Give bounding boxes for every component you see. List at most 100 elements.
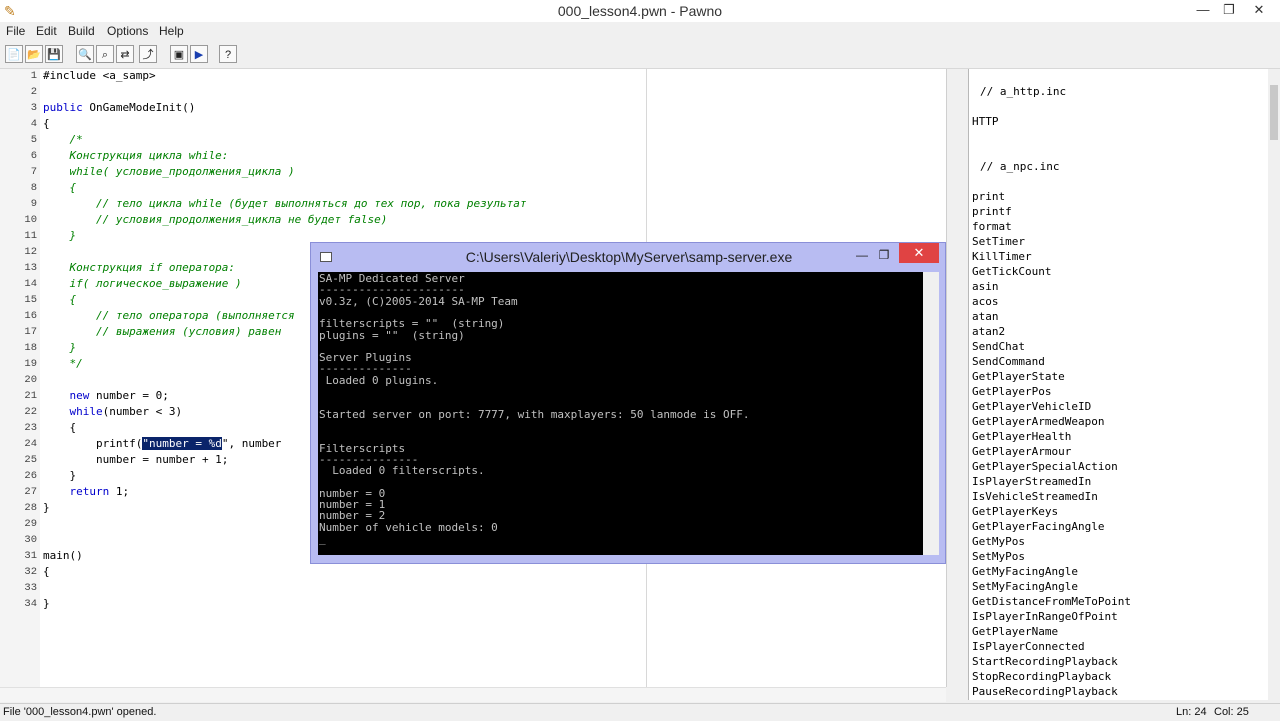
function-item[interactable]: SetTimer [972, 235, 1025, 248]
function-item[interactable]: IsPlayerInRangeOfPoint [972, 610, 1118, 623]
minimize-button[interactable]: — [1190, 0, 1216, 22]
function-item[interactable]: IsPlayerConnected [972, 640, 1085, 653]
code-line[interactable]: // выражения (условия) равен [43, 325, 281, 338]
code-line[interactable]: // тело оператора (выполняется [43, 309, 295, 322]
help-button[interactable]: ? [219, 45, 237, 63]
console-close-button[interactable]: ✕ [899, 243, 939, 263]
functions-scrollbar-thumb[interactable] [1270, 85, 1278, 140]
server-console-window[interactable]: C:\Users\Valeriy\Desktop\MyServer\samp-s… [310, 242, 946, 564]
code-text: { [43, 565, 50, 578]
function-item[interactable]: IsVehicleStreamedIn [972, 490, 1098, 503]
replace-button[interactable]: ⇄ [116, 45, 134, 63]
function-item[interactable]: IsPlayerStreamedIn [972, 475, 1091, 488]
function-item[interactable]: PauseRecordingPlayback [972, 685, 1118, 698]
function-item[interactable]: format [972, 220, 1012, 233]
function-item[interactable]: GetPlayerName [972, 625, 1058, 638]
status-line: Ln: 24 [1176, 706, 1207, 718]
function-item[interactable]: atan2 [972, 325, 1005, 338]
function-item[interactable]: SetMyFacingAngle [972, 580, 1078, 593]
function-item[interactable]: atan [972, 310, 999, 323]
code-line[interactable]: new number = 0; [43, 389, 169, 402]
code-line[interactable]: } [43, 229, 76, 242]
close-button[interactable]: ✕ [1242, 0, 1276, 22]
function-item[interactable]: StopRecordingPlayback [972, 670, 1111, 683]
console-restore-button[interactable]: ❐ [873, 245, 895, 265]
code-line[interactable]: if( логическое_выражение ) [43, 277, 241, 290]
function-item[interactable]: asin [972, 280, 999, 293]
code-line[interactable]: main() [43, 549, 83, 562]
restore-button[interactable]: ❐ [1216, 0, 1242, 22]
code-line[interactable]: } [43, 469, 76, 482]
function-item[interactable]: KillTimer [972, 250, 1032, 263]
code-line[interactable]: while( условие_продолжения_цикла ) [43, 165, 294, 178]
function-item[interactable]: acos [972, 295, 999, 308]
function-item[interactable]: GetPlayerKeys [972, 505, 1058, 518]
menu-file[interactable]: File [6, 24, 25, 38]
code-line[interactable]: public OnGameModeInit() [43, 101, 195, 114]
code-line[interactable]: // тело цикла while (будет выполняться д… [43, 197, 526, 210]
function-item[interactable]: GetPlayerArmour [972, 445, 1071, 458]
code-line[interactable]: number = number + 1; [43, 453, 228, 466]
code-line[interactable]: Конструкция if оператора: [43, 261, 235, 274]
function-item[interactable]: StartRecordingPlayback [972, 655, 1118, 668]
code-line[interactable]: // условия_продолжения_цикла не будет fa… [43, 213, 387, 226]
open-file-button[interactable]: 📂 [25, 45, 43, 63]
line-number: 30 [24, 534, 37, 546]
line-number: 5 [30, 134, 37, 146]
code-text: } [43, 469, 77, 482]
menu-help[interactable]: Help [159, 24, 184, 38]
code-line[interactable]: while(number < 3) [43, 405, 183, 418]
horizontal-scrollbar[interactable] [0, 687, 946, 702]
function-item[interactable]: HTTP [972, 115, 999, 128]
function-item[interactable]: GetPlayerSpecialAction [972, 460, 1118, 473]
function-item[interactable]: GetMyPos [972, 535, 1025, 548]
function-item[interactable]: GetPlayerPos [972, 385, 1051, 398]
code-line[interactable]: { [43, 293, 76, 306]
code-line[interactable]: } [43, 597, 50, 610]
line-number: 31 [24, 550, 37, 562]
console-scrollbar[interactable] [923, 272, 939, 555]
code-line[interactable]: return 1; [43, 485, 130, 498]
goto-line-button[interactable]: ⤴ [139, 45, 157, 63]
function-item[interactable]: print [972, 190, 1005, 203]
function-item[interactable]: SendCommand [972, 355, 1045, 368]
line-number: 4 [30, 118, 37, 130]
code-line[interactable]: { [43, 565, 50, 578]
code-line[interactable]: */ [43, 357, 82, 370]
menu-options[interactable]: Options [107, 24, 148, 38]
menu-build[interactable]: Build [68, 24, 95, 38]
function-item[interactable]: SendChat [972, 340, 1025, 353]
function-item[interactable]: SetMyPos [972, 550, 1025, 563]
compile-button[interactable]: ▣ [170, 45, 188, 63]
console-minimize-button[interactable]: — [851, 245, 873, 265]
code-line[interactable]: { [43, 421, 76, 434]
find-next-button[interactable]: ⌕ [96, 45, 114, 63]
code-line[interactable]: #include <a_samp> [43, 69, 156, 82]
function-item[interactable]: GetPlayerFacingAngle [972, 520, 1104, 533]
functions-list-panel[interactable]: // a_http.inc HTTP // a_npc.inc print pri… [968, 69, 1269, 700]
run-button[interactable]: ▶ [190, 45, 208, 63]
functions-scrollbar[interactable] [1268, 69, 1280, 700]
function-item[interactable]: GetPlayerHealth [972, 430, 1071, 443]
function-item[interactable]: GetPlayerState [972, 370, 1065, 383]
code-line[interactable]: } [43, 341, 76, 354]
menu-edit[interactable]: Edit [36, 24, 57, 38]
code-line[interactable]: } [43, 501, 50, 514]
function-item[interactable]: GetTickCount [972, 265, 1051, 278]
function-item[interactable]: printf [972, 205, 1012, 218]
function-item[interactable]: GetDistanceFromMeToPoint [972, 595, 1131, 608]
find-button[interactable]: 🔍 [76, 45, 94, 63]
code-line[interactable]: Конструкция цикла while: [43, 149, 228, 162]
function-item[interactable]: GetMyFacingAngle [972, 565, 1078, 578]
function-item[interactable]: GetPlayerArmedWeapon [972, 415, 1104, 428]
code-line[interactable]: { [43, 181, 76, 194]
code-line[interactable]: /* [43, 133, 82, 146]
save-file-button[interactable]: 💾 [45, 45, 63, 63]
new-file-button[interactable]: 📄 [5, 45, 23, 63]
line-number: 11 [24, 230, 37, 242]
line-number: 13 [24, 262, 37, 274]
code-text: } [43, 597, 50, 610]
code-line[interactable]: { [43, 117, 50, 130]
code-line[interactable]: printf("number = %d", number [43, 437, 281, 450]
function-item[interactable]: GetPlayerVehicleID [972, 400, 1091, 413]
